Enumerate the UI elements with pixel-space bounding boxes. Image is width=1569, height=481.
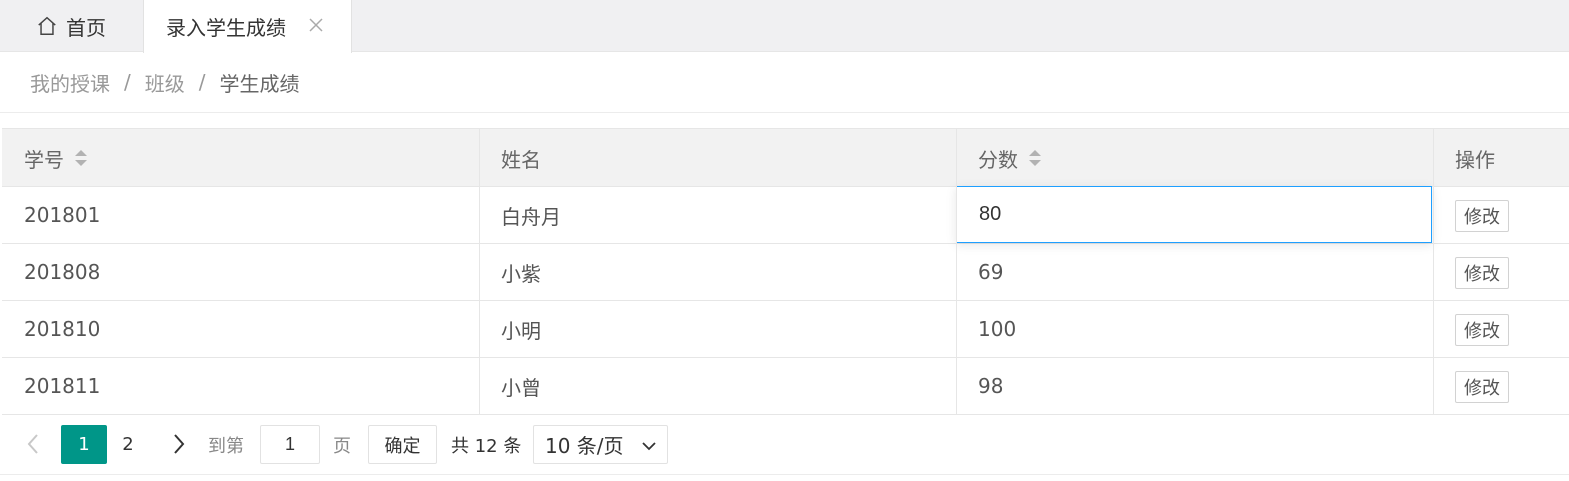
home-icon (38, 16, 56, 35)
column-header-name: 姓名 (479, 129, 956, 187)
cell-id: 201811 (24, 374, 101, 398)
cell-name: 小曾 (501, 375, 541, 400)
tab-home[interactable]: 首页 (0, 0, 142, 52)
page-size-select[interactable]: 10 条/页 (533, 425, 668, 464)
column-header-action-label: 操作 (1455, 147, 1495, 172)
score-edit-input[interactable] (956, 186, 1432, 243)
chevron-left-icon (27, 434, 38, 454)
chevron-right-icon (174, 434, 185, 454)
edit-button[interactable]: 修改 (1455, 257, 1509, 289)
cell-id: 201810 (24, 317, 101, 341)
cell-id: 201808 (24, 260, 101, 284)
cell-name: 白舟月 (501, 204, 561, 229)
table-row: 201811 小曾 98 修改 (2, 358, 1569, 415)
cell-action: 修改 (1433, 301, 1569, 357)
column-header-name-label: 姓名 (501, 147, 541, 172)
next-page-button[interactable] (168, 428, 190, 460)
breadcrumb-separator: / (124, 70, 131, 94)
column-header-score[interactable]: 分数 (956, 129, 1433, 187)
breadcrumb-item-class[interactable]: 班级 (145, 68, 185, 97)
table-row: 201801 白舟月 修改 (2, 186, 1569, 244)
column-header-score-label: 分数 (978, 147, 1018, 172)
confirm-button[interactable]: 确定 (368, 425, 437, 464)
edit-button[interactable]: 修改 (1455, 314, 1509, 346)
goto-page-input[interactable] (260, 425, 320, 464)
column-divider (1433, 129, 1434, 414)
breadcrumb-item-current: 学生成绩 (219, 71, 300, 96)
sort-icon[interactable] (1028, 148, 1042, 168)
goto-label: 到第 (208, 435, 244, 457)
total-count: 共 12 条 (451, 435, 522, 457)
page-size-value: 10 条/页 (545, 434, 624, 458)
tab-record-scores-label: 录入学生成绩 (166, 16, 286, 40)
breadcrumb: 我的授课 / 班级 / 学生成绩 (30, 68, 300, 96)
tab-bar: 首页 录入学生成绩 (0, 0, 1569, 53)
cell-action: 修改 (1433, 358, 1569, 414)
sort-icon[interactable] (74, 148, 88, 168)
cell-name: 小明 (501, 318, 541, 343)
cell-score[interactable]: 98 (956, 358, 1433, 414)
breadcrumb-item-courses[interactable]: 我的授课 (30, 68, 110, 97)
column-divider (479, 129, 480, 414)
page-button-2[interactable]: 2 (116, 425, 140, 464)
column-header-id-label: 学号 (24, 147, 64, 172)
cell-id: 201801 (24, 203, 101, 227)
cell-action: 修改 (1433, 244, 1569, 300)
column-divider (956, 129, 957, 414)
prev-page-button[interactable] (22, 428, 44, 460)
cell-action: 修改 (1433, 187, 1569, 243)
table-row: 201808 小紫 69 修改 (2, 244, 1569, 301)
cell-score[interactable]: 100 (956, 301, 1433, 357)
score-table: 学号 姓名 分数 操作 201801 白舟月 修改 201808 小紫 69 (2, 128, 1569, 415)
close-icon[interactable] (307, 16, 325, 34)
cell-score[interactable]: 69 (956, 244, 1433, 300)
page-button-1[interactable]: 1 (61, 425, 107, 464)
edit-button[interactable]: 修改 (1455, 200, 1509, 232)
chevron-down-icon (642, 442, 656, 451)
tab-record-scores[interactable]: 录入学生成绩 (143, 0, 352, 53)
column-header-id[interactable]: 学号 (2, 129, 479, 187)
table-row: 201810 小明 100 修改 (2, 301, 1569, 358)
divider (0, 112, 1569, 113)
page-unit-label: 页 (333, 435, 351, 457)
breadcrumb-separator: / (198, 70, 206, 94)
table-header: 学号 姓名 分数 操作 (2, 129, 1569, 187)
cell-name: 小紫 (501, 261, 541, 286)
edit-button[interactable]: 修改 (1455, 371, 1509, 403)
column-header-action: 操作 (1433, 129, 1569, 187)
tab-home-label: 首页 (66, 15, 106, 40)
